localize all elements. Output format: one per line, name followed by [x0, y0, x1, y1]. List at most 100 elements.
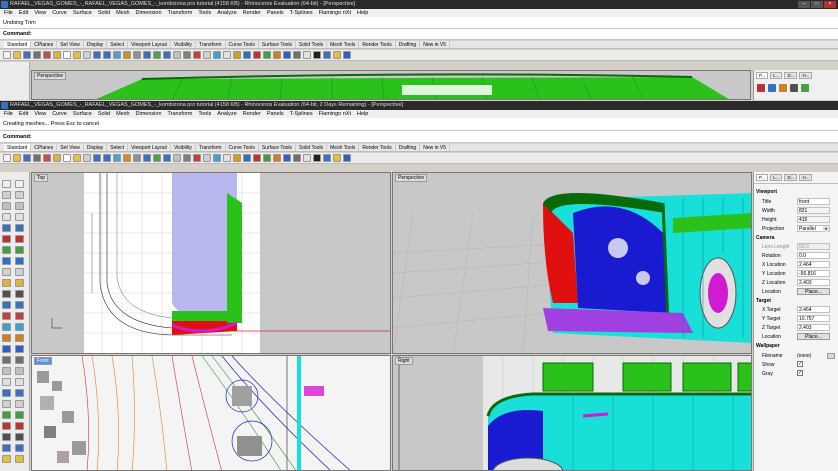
environment-icon[interactable] — [790, 84, 798, 92]
pan-icon[interactable] — [93, 154, 101, 162]
tool-icon-14-1[interactable] — [15, 334, 24, 342]
menu-item-render[interactable]: Render — [243, 110, 261, 118]
select-icon[interactable] — [173, 51, 181, 59]
front-viewport[interactable]: Front — [31, 355, 391, 471]
material-icon[interactable] — [779, 84, 787, 92]
y-location-field[interactable]: -56.816 — [797, 270, 830, 277]
tool-icon-21-1[interactable] — [15, 411, 24, 419]
open-icon[interactable] — [13, 51, 21, 59]
xray-icon[interactable] — [283, 154, 291, 162]
sphere-icon[interactable] — [323, 154, 331, 162]
tool-icon-4-0[interactable] — [2, 224, 11, 232]
tool-icon-6-0[interactable] — [2, 246, 11, 254]
z-location-field[interactable]: 2.403 — [797, 279, 830, 286]
hide-icon[interactable] — [183, 154, 191, 162]
save-icon[interactable] — [23, 154, 31, 162]
tool-icon-2-1[interactable] — [15, 202, 24, 210]
menu-item-transform[interactable]: Transform — [168, 110, 193, 118]
tool-icon-1-0[interactable] — [2, 191, 11, 199]
toolbar-tab-render-tools[interactable]: Render Tools — [359, 144, 396, 151]
projection-select[interactable]: Parallel ▾ — [797, 225, 830, 232]
dark-icon[interactable] — [313, 154, 321, 162]
material-icon[interactable] — [253, 51, 261, 59]
minimize-button[interactable]: – — [798, 1, 810, 8]
place-camera-button[interactable]: Place... — [797, 288, 830, 295]
tool-icon-11-1[interactable] — [15, 301, 24, 309]
chevron-down-icon[interactable]: ▾ — [823, 226, 829, 232]
tool-icon-13-0[interactable] — [2, 323, 11, 331]
menu-item-t-splines[interactable]: T-Splines — [290, 110, 313, 118]
toolbar-tab-solid-tools[interactable]: Solid Tools — [296, 144, 328, 151]
menu-item-tools[interactable]: Tools — [198, 9, 211, 17]
toolbar-tab-drafting[interactable]: Drafting — [396, 144, 421, 151]
toolbar-tab-viewport-layout[interactable]: Viewport Layout — [128, 144, 171, 151]
hide-icon[interactable] — [183, 51, 191, 59]
bulb-icon[interactable] — [333, 51, 341, 59]
render-icon[interactable] — [757, 84, 765, 92]
menu-item-dimension[interactable]: Dimension — [136, 110, 162, 118]
panel-tab-0[interactable]: P... — [756, 174, 769, 181]
import-icon[interactable] — [43, 51, 51, 59]
tool-icon-7-1[interactable] — [15, 257, 24, 265]
toolbar-tab-standard[interactable]: Standard — [4, 144, 32, 151]
layers-icon[interactable] — [213, 51, 221, 59]
rendered-icon[interactable] — [303, 51, 311, 59]
tool-icon-10-0[interactable] — [2, 290, 11, 298]
paste-icon[interactable] — [73, 154, 81, 162]
toolbar-tab-mesh-tools[interactable]: Mesh Tools — [327, 41, 360, 48]
toolbar-tab-transform[interactable]: Transform — [196, 41, 226, 48]
import-icon[interactable] — [43, 154, 51, 162]
menu-item-analyze[interactable]: Analyze — [217, 110, 237, 118]
viewport-label-perspective[interactable]: Perspective — [395, 174, 428, 182]
top-viewport[interactable]: Top — [31, 172, 391, 354]
toolbar-tab-curve-tools[interactable]: Curve Tools — [226, 144, 259, 151]
toolbar-tab-display[interactable]: Display — [84, 144, 108, 151]
menu-item-panels[interactable]: Panels — [267, 9, 284, 17]
toolbar-tab-standard[interactable]: Standard — [4, 41, 32, 48]
tool-icon-12-1[interactable] — [15, 312, 24, 320]
tool-icon-17-0[interactable] — [2, 367, 11, 375]
tool-icon-9-0[interactable] — [2, 279, 11, 287]
toolbar-tab-cplanes[interactable]: CPlanes — [31, 41, 58, 48]
title-field[interactable]: front — [797, 198, 830, 205]
tool-icon-7-0[interactable] — [2, 257, 11, 265]
toolbar-tab-viewport-layout[interactable]: Viewport Layout — [128, 41, 171, 48]
light-icon[interactable] — [233, 51, 241, 59]
toolbar-tab-select[interactable]: Select — [107, 144, 129, 151]
material-icon[interactable] — [253, 154, 261, 162]
panel-tab-3[interactable]: H... — [799, 72, 813, 79]
menu-item-file[interactable]: File — [4, 9, 13, 17]
options-icon[interactable] — [223, 51, 231, 59]
toolbar-tab-visibility[interactable]: Visibility — [171, 41, 196, 48]
close-button[interactable]: × — [824, 1, 836, 8]
menu-item-solid[interactable]: Solid — [98, 110, 110, 118]
tool-icon-18-1[interactable] — [15, 378, 24, 386]
help-icon[interactable] — [343, 51, 351, 59]
rotation-field[interactable]: 0.0 — [797, 252, 830, 259]
zoom-window-icon[interactable] — [123, 51, 131, 59]
tool-icon-25-0[interactable] — [2, 455, 11, 463]
layout-icon[interactable] — [163, 154, 171, 162]
tool-icon-19-0[interactable] — [2, 389, 11, 397]
panel-tab-0[interactable]: P... — [756, 72, 769, 79]
perspective-viewport[interactable]: Perspective — [392, 172, 752, 354]
toolbar-tab-visibility[interactable]: Visibility — [171, 144, 196, 151]
z-target-field[interactable]: 2.403 — [797, 324, 830, 331]
paste-icon[interactable] — [73, 51, 81, 59]
render-icon[interactable] — [243, 154, 251, 162]
viewport-label-right[interactable]: Right — [395, 357, 413, 365]
toolbar-tab-solid-tools[interactable]: Solid Tools — [296, 41, 328, 48]
sphere-icon[interactable] — [768, 84, 776, 92]
maximize-button[interactable]: □ — [811, 1, 823, 8]
menu-item-file[interactable]: File — [4, 110, 13, 118]
tool-icon-12-0[interactable] — [2, 312, 11, 320]
toolbar-tab-set-view[interactable]: Set View — [57, 41, 84, 48]
toolbar-tab-render-tools[interactable]: Render Tools — [359, 41, 396, 48]
layout-icon[interactable] — [163, 51, 171, 59]
wireframe-icon[interactable] — [293, 154, 301, 162]
tool-icon-21-0[interactable] — [2, 411, 11, 419]
undo-icon[interactable] — [83, 51, 91, 59]
menu-item-curve[interactable]: Curve — [52, 9, 67, 17]
tool-icon-22-1[interactable] — [15, 422, 24, 430]
sphere-icon[interactable] — [323, 51, 331, 59]
